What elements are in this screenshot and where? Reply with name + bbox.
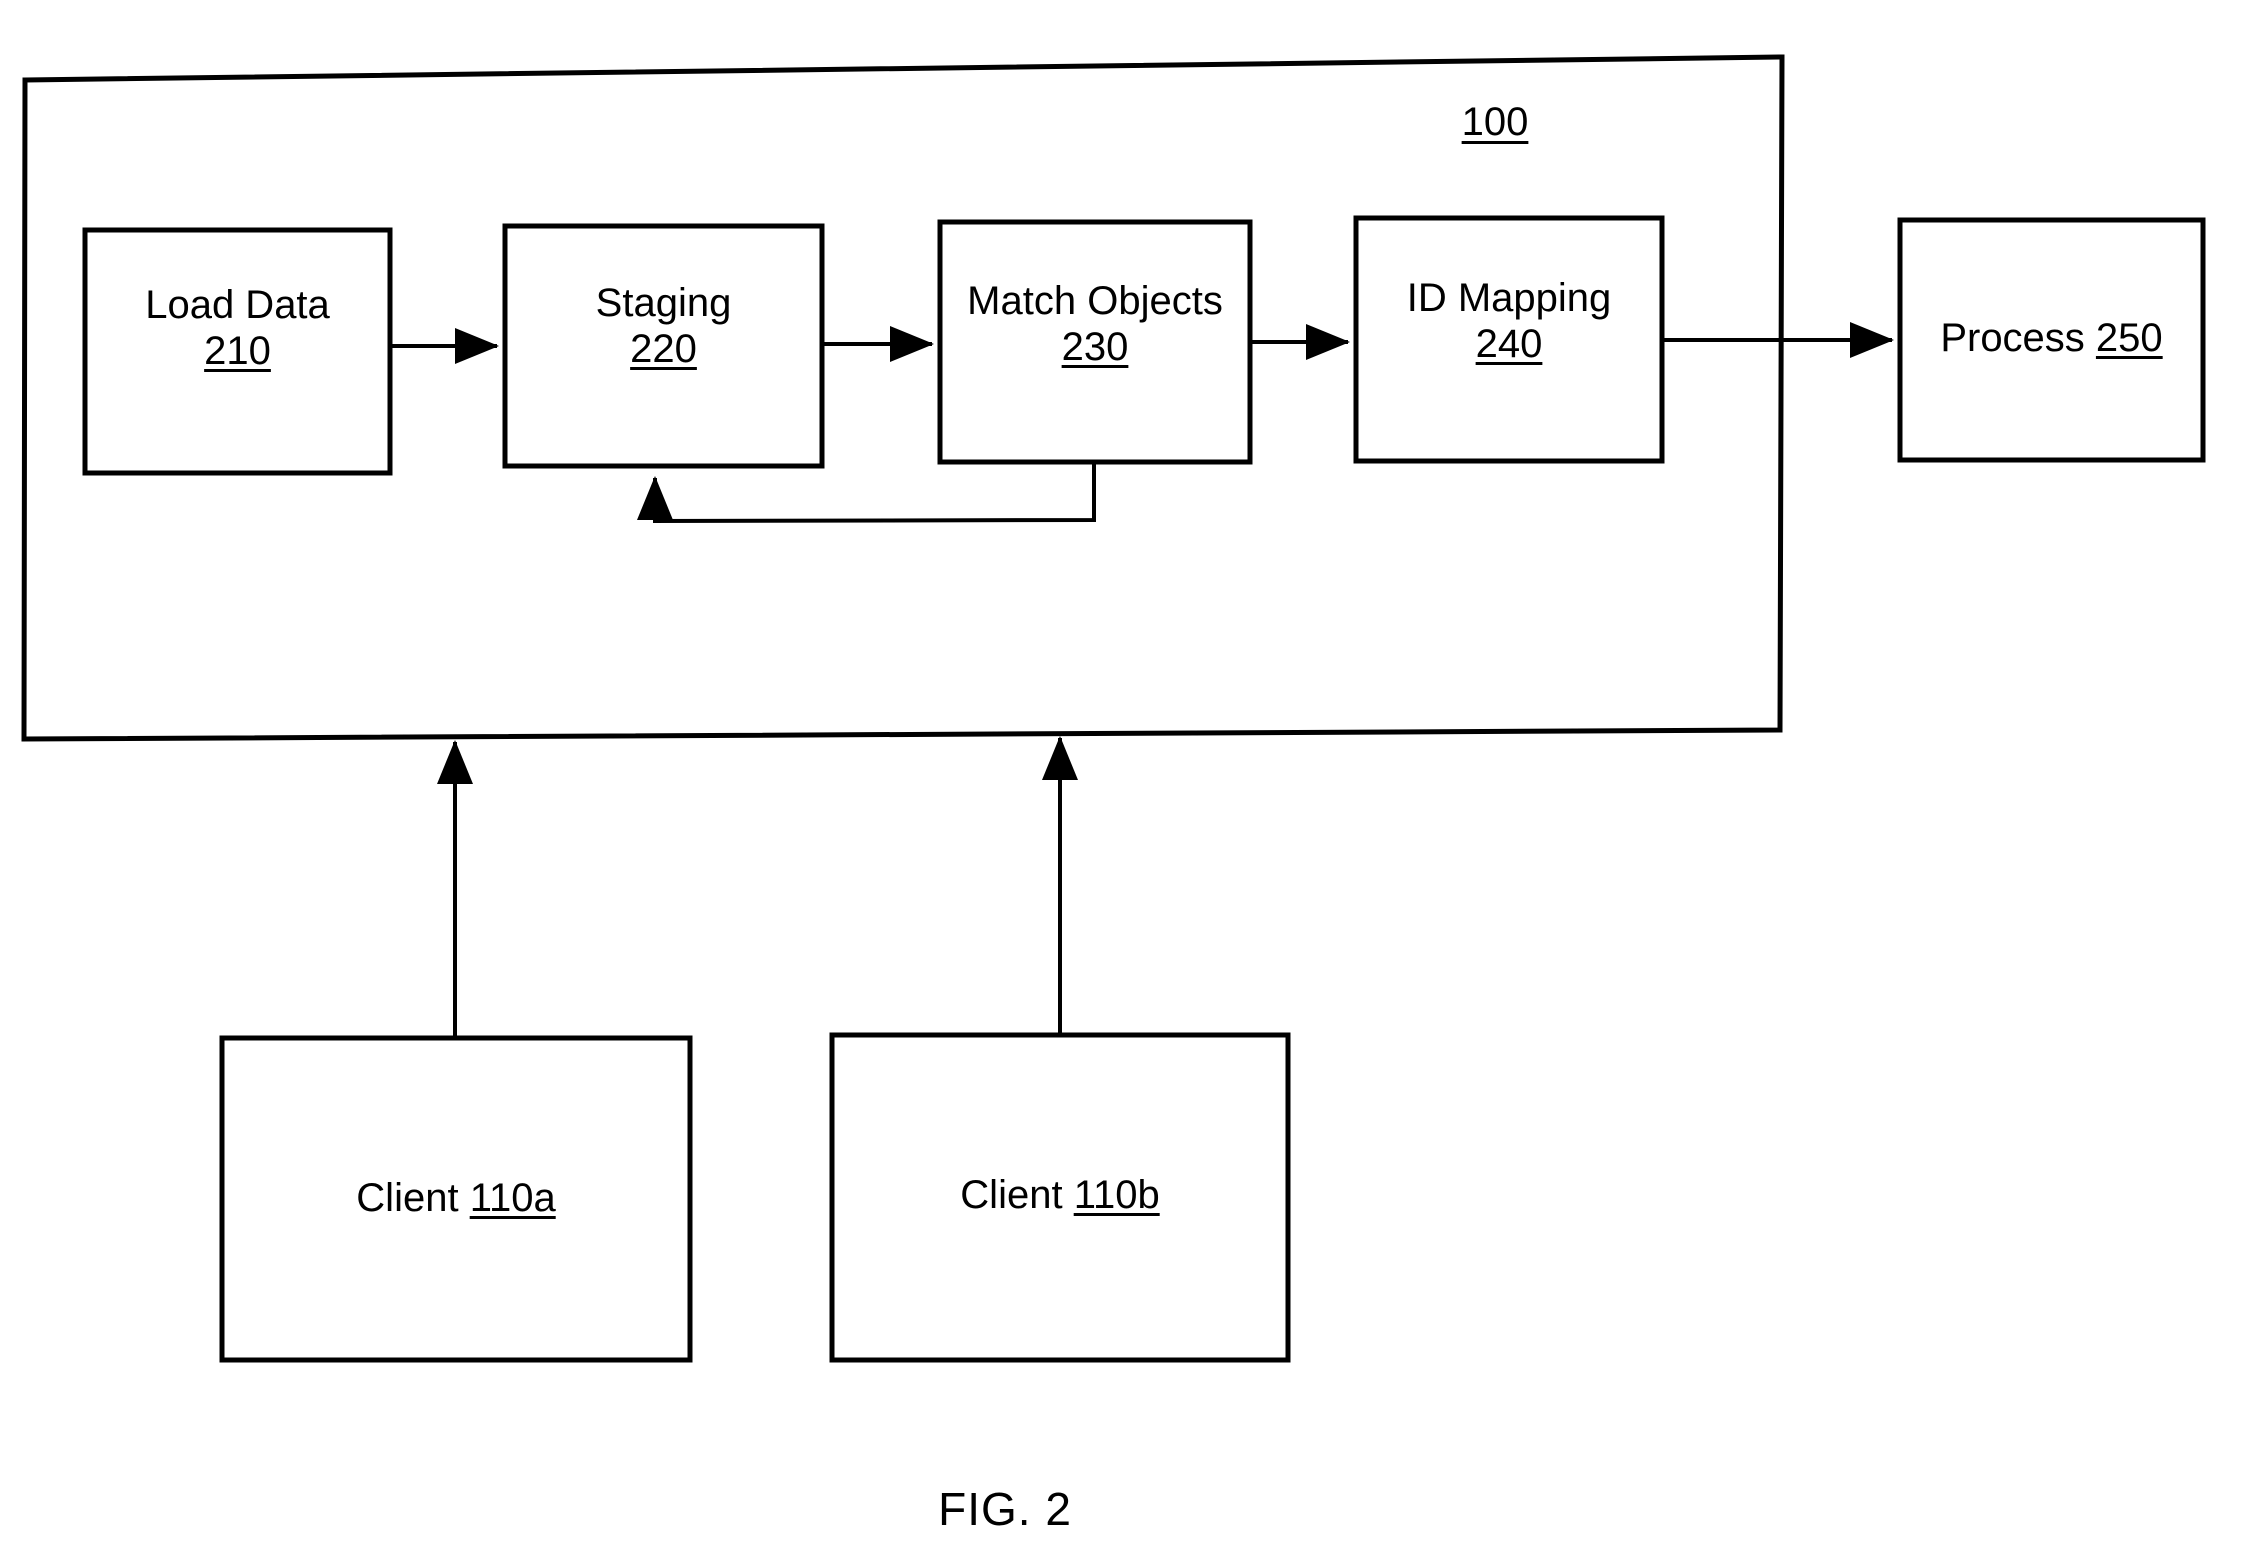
patent-figure: 100 Load Data 210 Staging 220 Match Obje…	[0, 0, 2241, 1545]
match-objects-box	[937, 219, 1253, 465]
system-reference-numeral: 100	[1420, 100, 1570, 145]
staging-box	[502, 223, 825, 469]
process-box	[1897, 217, 2206, 463]
id-mapping-box	[1353, 215, 1665, 464]
arrow-match-feedback-to-staging	[637, 462, 1096, 524]
system-boundary-outline	[21, 54, 1785, 742]
load-data-box	[82, 227, 393, 476]
figure-caption: FIG. 2	[938, 1483, 1072, 1535]
diagram-lines	[21, 54, 2206, 1363]
client-b-box	[829, 1032, 1291, 1363]
system-ref-number: 100	[1461, 100, 1529, 144]
client-a-box	[219, 1035, 693, 1363]
